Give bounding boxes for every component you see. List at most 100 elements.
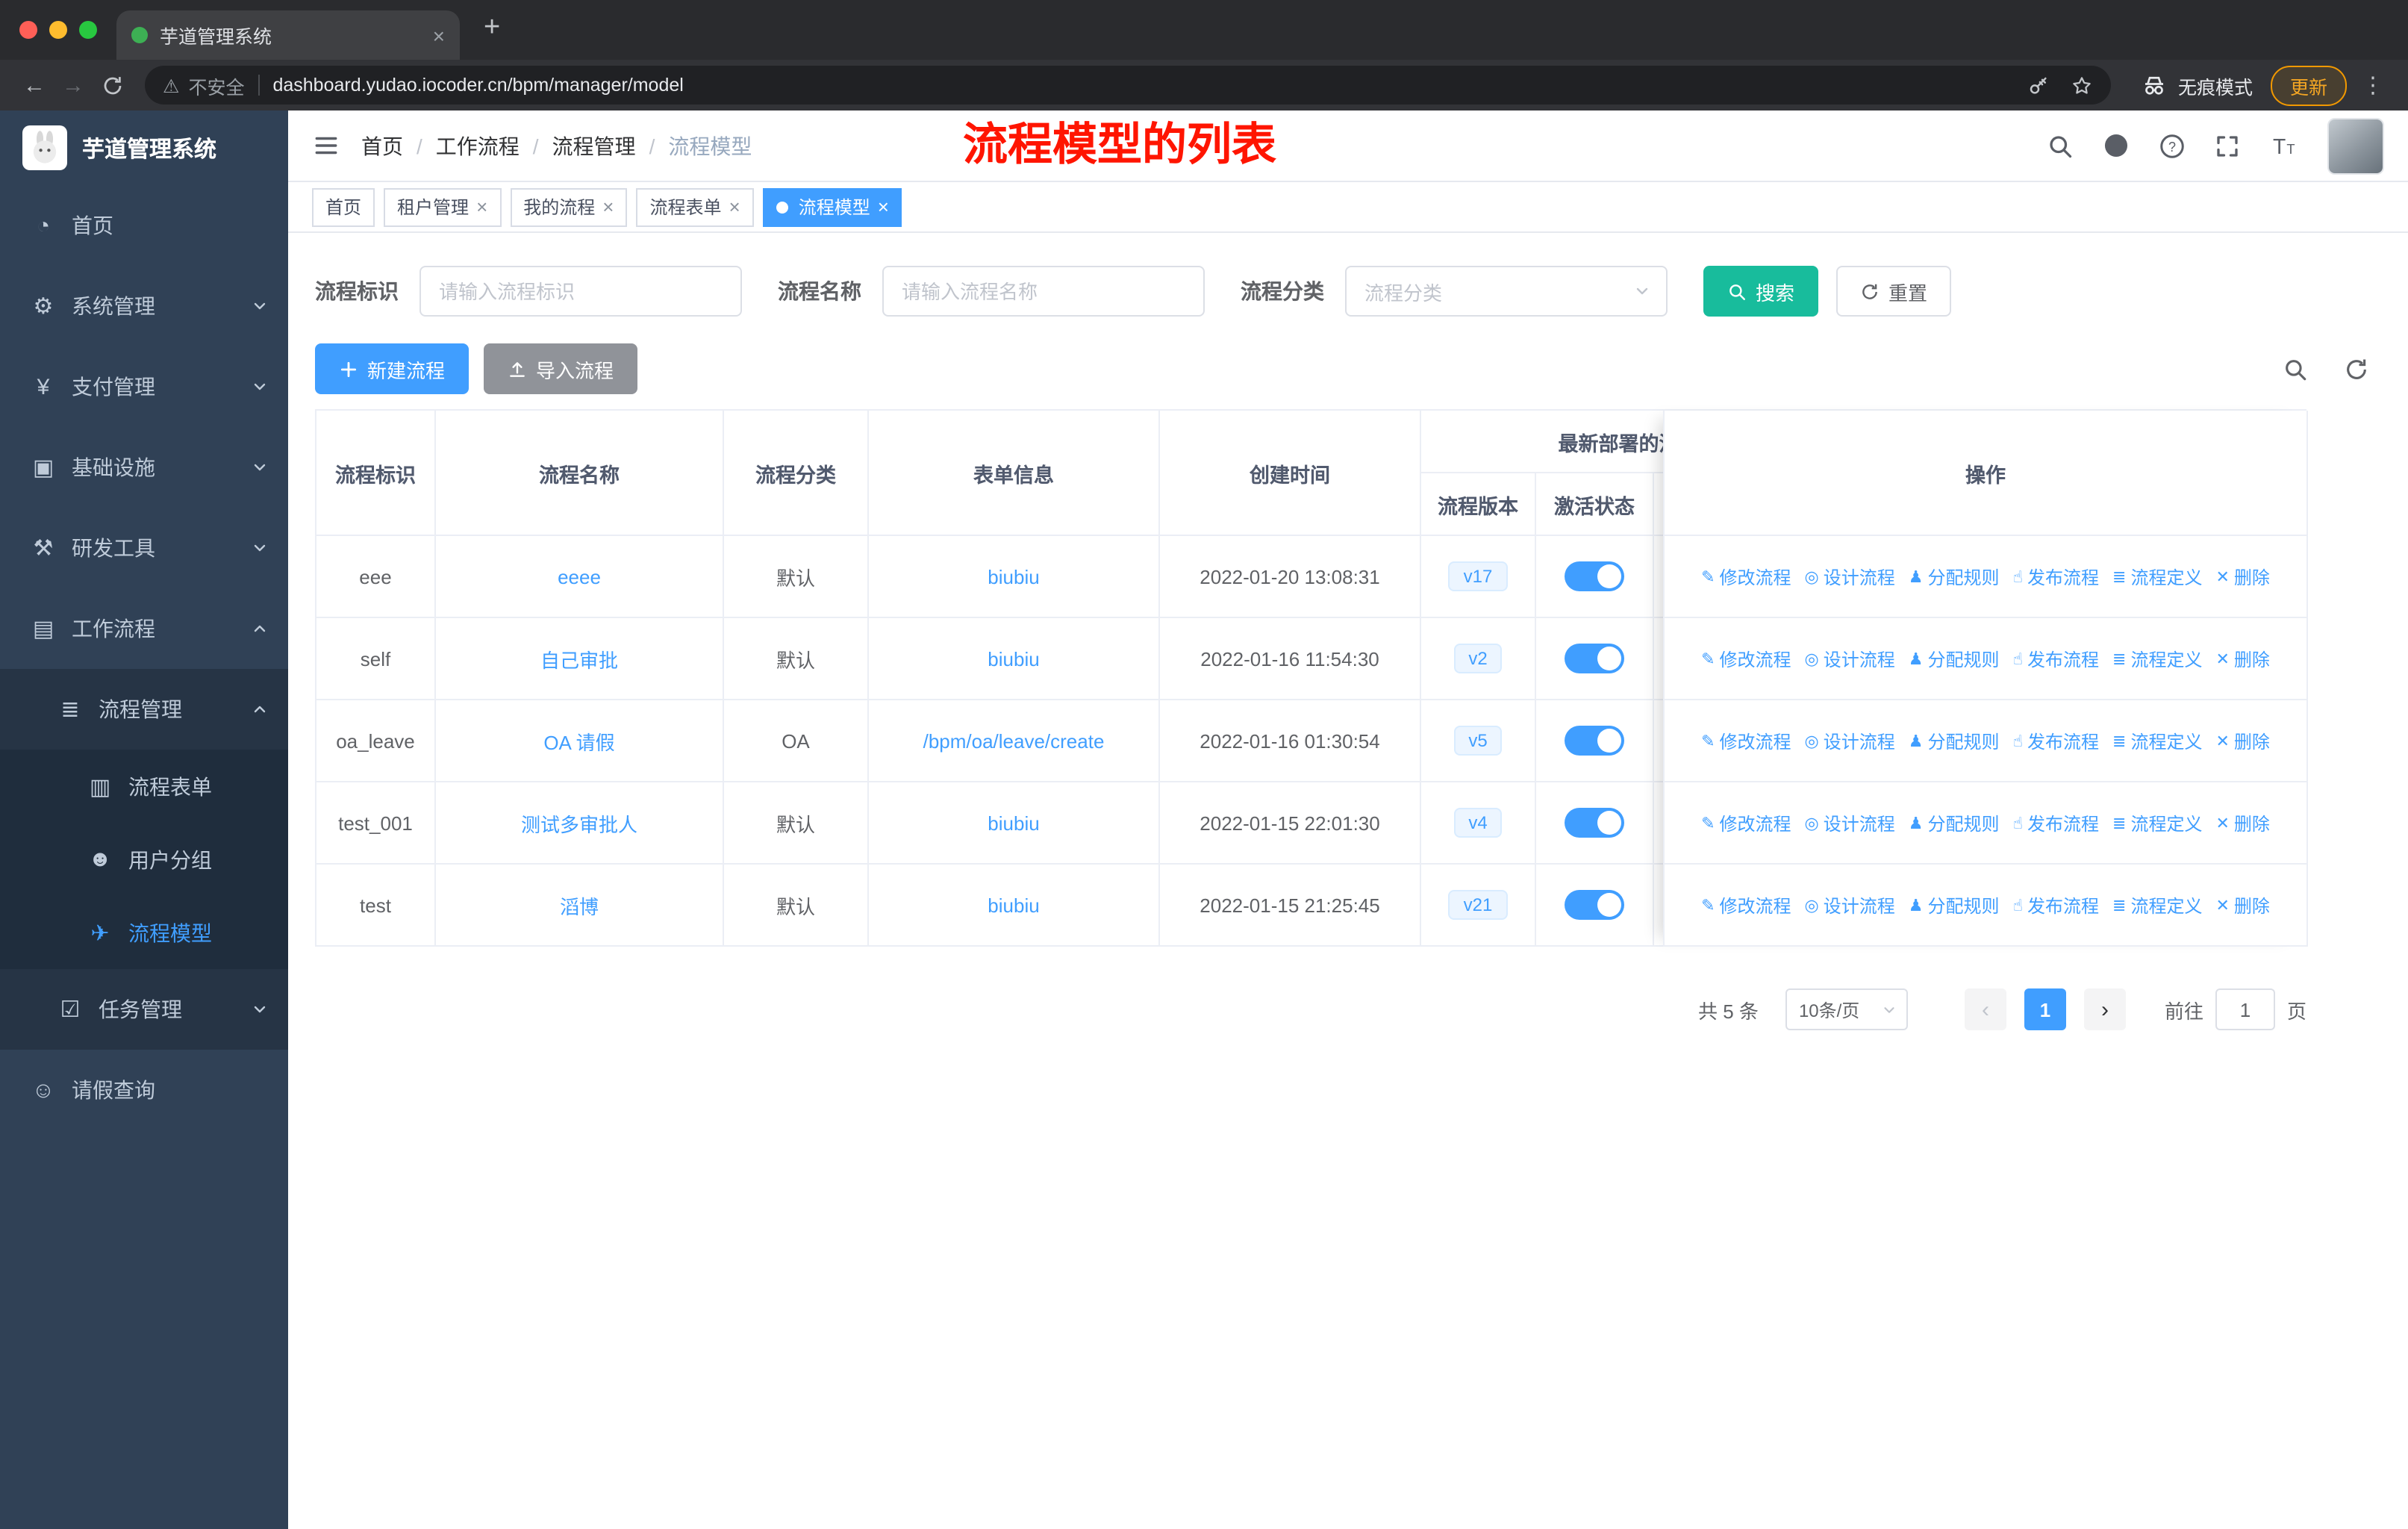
action-assign-rule[interactable]: ♟ 分配规则 xyxy=(1909,728,2000,753)
process-name-link[interactable]: 自己审批 xyxy=(540,644,618,673)
process-name-link[interactable]: 滔博 xyxy=(560,891,599,919)
github-icon[interactable] xyxy=(2102,131,2130,160)
goto-page-input[interactable] xyxy=(2215,988,2275,1030)
process-id-input[interactable] xyxy=(419,266,742,317)
close-icon[interactable]: × xyxy=(476,196,487,218)
action-process-definition[interactable]: ≣ 流程定义 xyxy=(2112,892,2202,918)
sidebar-item-process-management[interactable]: ≣ 流程管理 xyxy=(0,669,288,750)
sidebar-item-workflow[interactable]: ▤ 工作流程 xyxy=(0,588,288,669)
process-name-link[interactable]: eeee xyxy=(558,565,601,588)
security-chip[interactable]: ⚠ 不安全 xyxy=(163,71,244,99)
breadcrumb-home[interactable]: 首页 xyxy=(361,131,403,161)
breadcrumb-process-management[interactable]: 流程管理 xyxy=(552,131,636,161)
action-publish-process[interactable]: ☝ 发布流程 xyxy=(2013,892,2099,918)
action-publish-process[interactable]: ☝ 发布流程 xyxy=(2013,564,2099,589)
import-process-button[interactable]: 导入流程 xyxy=(484,343,638,394)
next-page-button[interactable]: › xyxy=(2083,988,2126,1030)
close-window-button[interactable] xyxy=(19,21,37,39)
sidebar-item-process-model[interactable]: ✈ 流程模型 xyxy=(0,896,288,969)
address-bar[interactable]: ⚠ 不安全 dashboard.yudao.iocoder.cn/bpm/man… xyxy=(145,66,2111,105)
action-modify-process[interactable]: ✎ 修改流程 xyxy=(1701,892,1791,918)
form-info-link[interactable]: biubiu xyxy=(988,647,1039,670)
active-status-toggle[interactable] xyxy=(1565,561,1624,591)
collapse-sidebar-icon[interactable] xyxy=(312,131,340,160)
action-delete[interactable]: ✕ 删除 xyxy=(2215,892,2269,918)
form-info-link[interactable]: biubiu xyxy=(988,894,1039,916)
active-status-toggle[interactable] xyxy=(1565,644,1624,673)
user-avatar[interactable] xyxy=(2327,117,2384,174)
action-modify-process[interactable]: ✎ 修改流程 xyxy=(1701,810,1791,835)
sidebar-item-process-form[interactable]: ▥ 流程表单 xyxy=(0,750,288,823)
form-info-link[interactable]: biubiu xyxy=(988,812,1039,834)
tag-my-process[interactable]: 我的流程 × xyxy=(510,187,628,226)
tag-home[interactable]: 首页 xyxy=(312,187,375,226)
process-name-link[interactable]: 测试多审批人 xyxy=(521,809,637,837)
action-delete[interactable]: ✕ 删除 xyxy=(2215,646,2269,671)
action-assign-rule[interactable]: ♟ 分配规则 xyxy=(1909,810,2000,835)
action-delete[interactable]: ✕ 删除 xyxy=(2215,728,2269,753)
action-design-process[interactable]: ◎ 设计流程 xyxy=(1805,892,1895,918)
form-info-link[interactable]: biubiu xyxy=(988,565,1039,588)
action-design-process[interactable]: ◎ 设计流程 xyxy=(1805,728,1895,753)
password-key-icon[interactable] xyxy=(2027,74,2050,96)
action-modify-process[interactable]: ✎ 修改流程 xyxy=(1701,564,1791,589)
action-modify-process[interactable]: ✎ 修改流程 xyxy=(1701,728,1791,753)
tag-process-model[interactable]: 流程模型 × xyxy=(762,187,902,226)
action-process-definition[interactable]: ≣ 流程定义 xyxy=(2112,810,2202,835)
sidebar-item-leave-query[interactable]: ☺ 请假查询 xyxy=(0,1050,288,1130)
prev-page-button[interactable]: ‹ xyxy=(1964,988,2006,1030)
sidebar-item-task-management[interactable]: ☑ 任务管理 xyxy=(0,969,288,1050)
bookmark-star-icon[interactable] xyxy=(2071,74,2093,96)
tag-process-form[interactable]: 流程表单 × xyxy=(636,187,754,226)
sidebar-item-payment[interactable]: ¥ 支付管理 xyxy=(0,346,288,427)
browser-tab[interactable]: 芋道管理系统 × xyxy=(116,10,460,60)
sidebar-item-system[interactable]: ⚙ 系统管理 xyxy=(0,266,288,346)
action-publish-process[interactable]: ☝ 发布流程 xyxy=(2013,810,2099,835)
refresh-table-icon[interactable] xyxy=(2344,356,2369,382)
update-button[interactable]: 更新 xyxy=(2270,65,2347,105)
zoom-window-button[interactable] xyxy=(79,21,97,39)
new-tab-button[interactable]: + xyxy=(484,13,500,43)
sidebar-item-devtools[interactable]: ⚒ 研发工具 xyxy=(0,508,288,588)
reload-icon[interactable] xyxy=(102,74,124,96)
forward-icon[interactable]: → xyxy=(54,72,93,98)
action-delete[interactable]: ✕ 删除 xyxy=(2215,564,2269,589)
create-process-button[interactable]: 新建流程 xyxy=(315,343,470,394)
action-design-process[interactable]: ◎ 设计流程 xyxy=(1805,810,1895,835)
action-process-definition[interactable]: ≣ 流程定义 xyxy=(2112,564,2202,589)
sidebar-item-infrastructure[interactable]: ▣ 基础设施 xyxy=(0,427,288,508)
action-assign-rule[interactable]: ♟ 分配规则 xyxy=(1909,892,2000,918)
font-size-icon[interactable] xyxy=(2269,131,2299,161)
back-icon[interactable]: ← xyxy=(15,72,54,98)
minimize-window-button[interactable] xyxy=(49,21,67,39)
tab-close-icon[interactable]: × xyxy=(433,23,445,47)
toggle-search-icon[interactable] xyxy=(2283,356,2308,382)
action-publish-process[interactable]: ☝ 发布流程 xyxy=(2013,728,2099,753)
sidebar-item-home[interactable]: ◔ 首页 xyxy=(0,185,288,266)
breadcrumb-workflow[interactable]: 工作流程 xyxy=(436,131,520,161)
active-status-toggle[interactable] xyxy=(1565,890,1624,920)
action-design-process[interactable]: ◎ 设计流程 xyxy=(1805,564,1895,589)
page-number-1[interactable]: 1 xyxy=(2024,988,2066,1030)
action-delete[interactable]: ✕ 删除 xyxy=(2215,810,2269,835)
close-icon[interactable]: × xyxy=(729,196,740,218)
action-publish-process[interactable]: ☝ 发布流程 xyxy=(2013,646,2099,671)
page-size-select[interactable]: 10条/页 xyxy=(1785,988,1908,1030)
action-assign-rule[interactable]: ♟ 分配规则 xyxy=(1909,646,2000,671)
action-process-definition[interactable]: ≣ 流程定义 xyxy=(2112,646,2202,671)
browser-menu-icon[interactable]: ⋮ xyxy=(2362,72,2384,99)
process-name-link[interactable]: OA 请假 xyxy=(543,726,614,755)
action-design-process[interactable]: ◎ 设计流程 xyxy=(1805,646,1895,671)
fullscreen-icon[interactable] xyxy=(2214,132,2241,159)
action-assign-rule[interactable]: ♟ 分配规则 xyxy=(1909,564,2000,589)
search-button[interactable]: 搜索 xyxy=(1703,266,1819,317)
form-info-link[interactable]: /bpm/oa/leave/create xyxy=(923,729,1105,752)
active-status-toggle[interactable] xyxy=(1565,726,1624,756)
action-modify-process[interactable]: ✎ 修改流程 xyxy=(1701,646,1791,671)
reset-button[interactable]: 重置 xyxy=(1836,266,1952,317)
close-icon[interactable]: × xyxy=(878,196,889,218)
process-name-input[interactable] xyxy=(882,266,1205,317)
help-icon[interactable] xyxy=(2159,132,2186,159)
sidebar-item-user-group[interactable]: ☻ 用户分组 xyxy=(0,823,288,896)
process-category-select[interactable]: 流程分类 xyxy=(1345,266,1668,317)
